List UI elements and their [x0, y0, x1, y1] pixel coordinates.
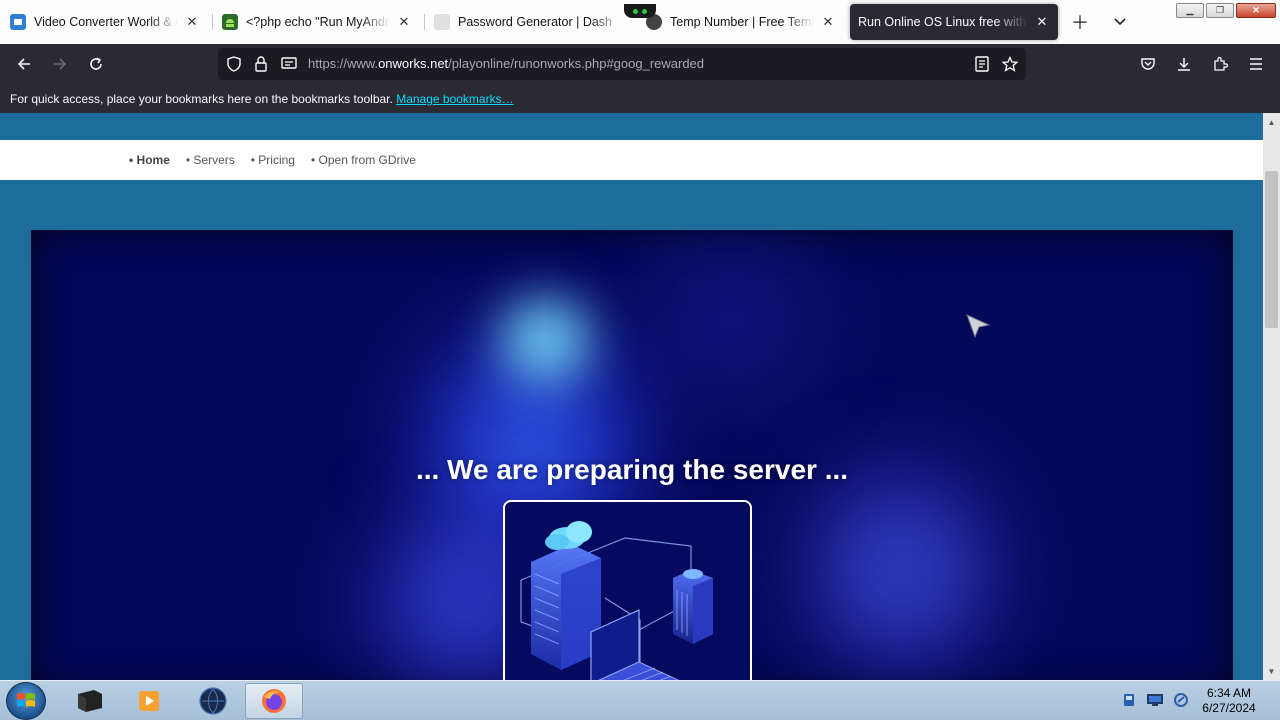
server-illustration	[503, 500, 752, 680]
tab-run-online-os[interactable]: Run Online OS Linux free with On ✕	[850, 4, 1058, 40]
page-scrollbar[interactable]: ▲ ▼	[1263, 113, 1280, 680]
scrollbar-thumb[interactable]	[1265, 171, 1278, 328]
tab-temp-number[interactable]: Temp Number | Free Tempor ✕	[638, 4, 844, 40]
bookmark-star-icon[interactable]	[1000, 54, 1020, 74]
tab-separator	[212, 14, 213, 30]
restore-icon[interactable]: ❐	[1206, 3, 1234, 18]
firefox-icon	[262, 689, 286, 713]
tracking-protection-shield-icon[interactable]	[224, 54, 244, 74]
start-button[interactable]	[6, 682, 46, 720]
android-icon	[222, 14, 238, 30]
url-path: /playonline/runonworks.php#goog_rewarded	[448, 56, 705, 71]
media-player-icon	[139, 691, 159, 711]
manage-bookmarks-link[interactable]: Manage bookmarks…	[396, 92, 513, 106]
permissions-icon[interactable]	[279, 54, 299, 74]
tray-app-icon[interactable]	[1120, 691, 1138, 709]
scroll-up-icon[interactable]: ▲	[1263, 115, 1280, 129]
tab-title: Run Online OS Linux free with On	[858, 15, 1028, 29]
pocket-icon[interactable]	[1136, 52, 1160, 76]
network-icon[interactable]	[1146, 691, 1164, 709]
close-tab-icon[interactable]: ✕	[1034, 14, 1050, 30]
url-domain: onworks.net	[378, 56, 449, 71]
web-page: • Home • Servers • Pricing • Open from G…	[0, 113, 1263, 680]
site-navigation: • Home • Servers • Pricing • Open from G…	[0, 140, 1263, 180]
tab-title: Video Converter World & Cu	[34, 15, 178, 29]
glow-decoration	[481, 290, 611, 390]
windows-taskbar: 6:34 AM 6/27/2024	[0, 680, 1280, 720]
tab-run-myandroid[interactable]: <?php echo "Run MyAndroid ✕	[214, 4, 420, 40]
navigation-toolbar: https://www.onworks.net/playonline/runon…	[0, 44, 1280, 84]
url-prefix: https://www.	[308, 56, 379, 71]
address-bar[interactable]: https://www.onworks.net/playonline/runon…	[218, 48, 1026, 80]
clock-date: 6/27/2024	[1202, 701, 1256, 715]
minimize-icon[interactable]: ▁	[1176, 3, 1204, 18]
bookmarks-hint-text: For quick access, place your bookmarks h…	[10, 92, 393, 106]
tab-strip: Video Converter World & Cu ✕ <?php echo …	[0, 0, 1280, 44]
volume-icon[interactable]	[1172, 691, 1190, 709]
taskbar-media-player-app[interactable]	[120, 683, 178, 719]
extension-badge-icon	[624, 4, 656, 18]
nav-servers-link[interactable]: • Servers	[186, 153, 235, 167]
tab-separator	[424, 14, 425, 30]
list-tabs-icon[interactable]	[1108, 10, 1132, 34]
reload-icon[interactable]	[84, 52, 108, 76]
close-tab-icon[interactable]: ✕	[396, 14, 412, 30]
nav-home-link[interactable]: • Home	[129, 153, 170, 167]
preparing-server-heading: ... We are preparing the server ...	[415, 454, 849, 485]
forward-icon[interactable]	[48, 52, 72, 76]
system-tray	[1120, 691, 1190, 709]
close-tab-icon[interactable]: ✕	[184, 14, 200, 30]
reader-view-icon[interactable]	[972, 54, 992, 74]
bookmarks-toolbar: For quick access, place your bookmarks h…	[0, 84, 1280, 113]
mouse-cursor-icon	[966, 314, 991, 339]
nav-pricing-link[interactable]: • Pricing	[251, 153, 295, 167]
glow-decoration	[591, 230, 871, 410]
tab-title: <?php echo "Run MyAndroid	[246, 15, 390, 29]
close-window-icon[interactable]: ✕	[1236, 3, 1276, 18]
server-loading-panel: ... We are preparing the server ...	[31, 230, 1233, 680]
clock-time: 6:34 AM	[1206, 686, 1252, 700]
taskbar-terminal-app[interactable]	[60, 683, 118, 719]
scroll-down-icon[interactable]: ▼	[1263, 664, 1280, 678]
close-tab-icon[interactable]: ✕	[820, 14, 836, 30]
tab-password-generator[interactable]: Password Generator | Dash	[426, 4, 632, 40]
window-controls: ▁ ❐ ✕	[1176, 3, 1276, 18]
extensions-icon[interactable]	[1208, 52, 1232, 76]
video-converter-icon	[10, 14, 26, 30]
lock-icon[interactable]	[251, 54, 271, 74]
taskbar-firefox-app[interactable]	[245, 683, 303, 719]
windows-logo-icon	[17, 693, 35, 707]
new-tab-icon[interactable]: ＋	[1068, 10, 1092, 34]
taskbar-network-app[interactable]	[184, 683, 242, 719]
terminal-icon	[78, 690, 102, 712]
password-icon	[434, 14, 450, 30]
menu-icon[interactable]	[1244, 52, 1268, 76]
downloads-icon[interactable]	[1172, 52, 1196, 76]
tab-video-converter[interactable]: Video Converter World & Cu ✕	[2, 4, 208, 40]
globe-app-icon	[199, 687, 227, 715]
system-clock[interactable]: 6:34 AM 6/27/2024	[1196, 686, 1262, 716]
tab-title: Password Generator | Dash	[458, 15, 613, 29]
url-text[interactable]: https://www.onworks.net/playonline/runon…	[308, 56, 704, 71]
nav-open-from-gdrive-link[interactable]: • Open from GDrive	[311, 153, 416, 167]
back-icon[interactable]	[12, 52, 36, 76]
tab-title: Temp Number | Free Tempor	[670, 15, 814, 29]
